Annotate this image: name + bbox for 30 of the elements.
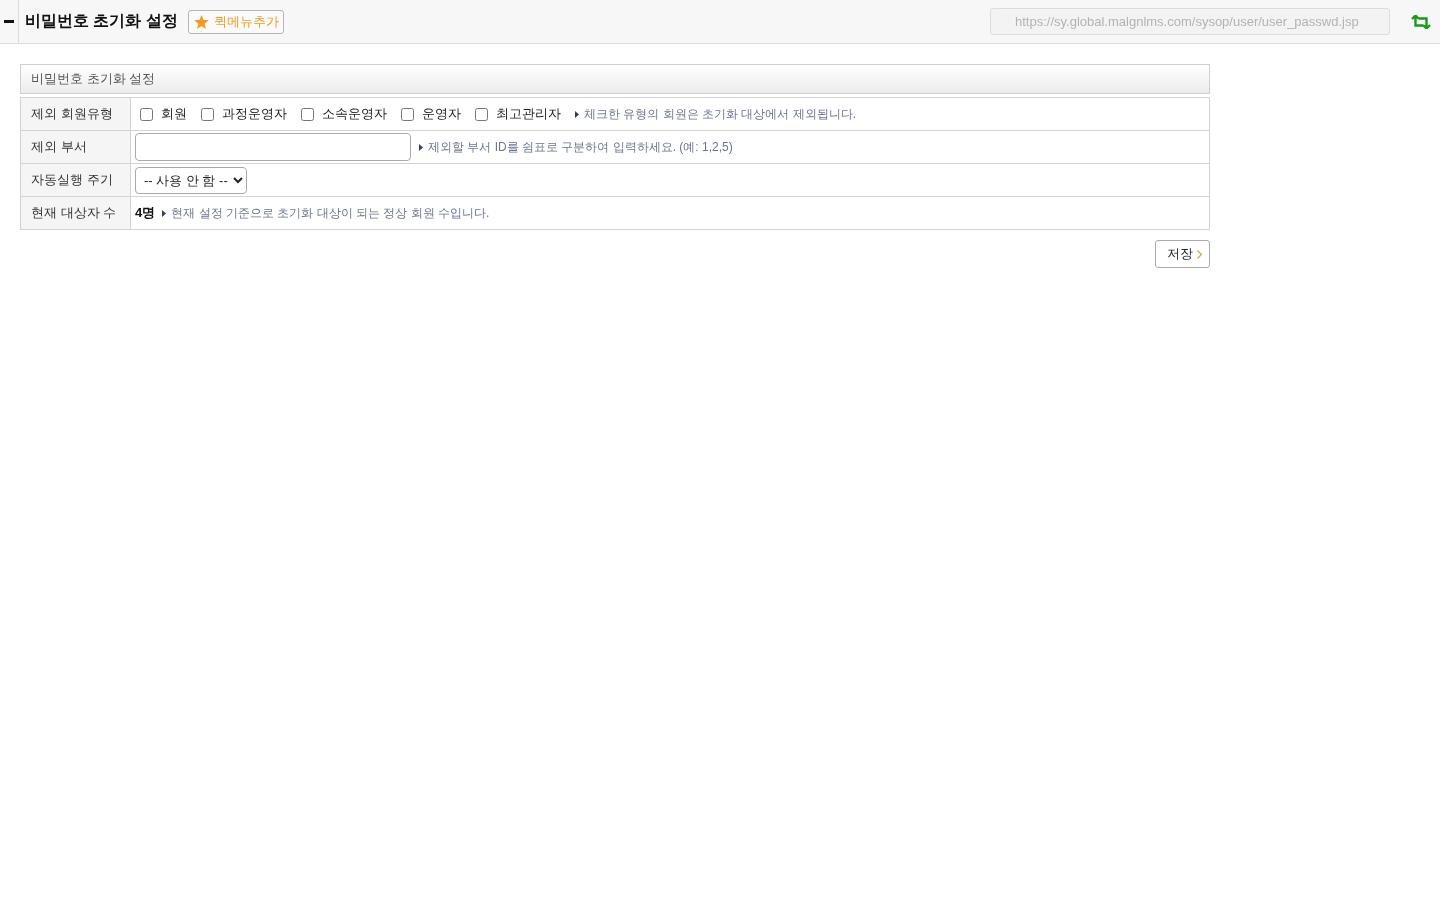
hint-text: 체크한 유형의 회원은 초기화 대상에서 제외됩니다. xyxy=(584,105,856,123)
count-value: 4명 xyxy=(135,204,156,222)
chevron-right-icon xyxy=(1197,249,1202,259)
checkbox-option[interactable]: 회원 xyxy=(140,105,187,123)
hint-text: 제외할 부서 ID를 쉼표로 구분하여 입력하세요. (예: 1,2,5) xyxy=(428,138,733,156)
input-field[interactable] xyxy=(135,133,411,161)
row-label: 현재 대상자 수 xyxy=(21,197,131,229)
checkbox[interactable] xyxy=(475,107,488,121)
checkbox-option[interactable]: 운영자 xyxy=(401,105,461,123)
triangle-icon xyxy=(419,143,423,151)
page-title: 비밀번호 초기화 설정 xyxy=(25,11,178,31)
checkbox[interactable] xyxy=(301,107,314,121)
panel-title: 비밀번호 초기화 설정 xyxy=(20,64,1210,94)
checkbox-option[interactable]: 과정운영자 xyxy=(201,105,287,123)
refresh-button[interactable] xyxy=(1411,13,1431,30)
triangle-icon xyxy=(575,110,579,118)
checkbox[interactable] xyxy=(140,107,153,121)
triangle-icon xyxy=(162,209,167,217)
row-label: 제외 회원유형 xyxy=(21,98,131,130)
row-label: 제외 부서 xyxy=(21,131,131,163)
checkbox-option[interactable]: 최고관리자 xyxy=(475,105,561,123)
star-icon xyxy=(193,14,209,29)
select-field[interactable]: -- 사용 안 함 -- xyxy=(135,166,247,194)
checkbox[interactable] xyxy=(401,107,414,121)
hint-text: 현재 설정 기준으로 초기화 대상이 되는 정상 회원 수입니다. xyxy=(171,204,490,222)
save-button[interactable]: 저장 xyxy=(1155,240,1210,268)
checkbox[interactable] xyxy=(201,107,214,121)
checkbox-option[interactable]: 소속운영자 xyxy=(301,105,387,123)
row-label: 자동실행 주기 xyxy=(21,164,131,196)
repeat-arrows-icon xyxy=(1411,14,1431,29)
